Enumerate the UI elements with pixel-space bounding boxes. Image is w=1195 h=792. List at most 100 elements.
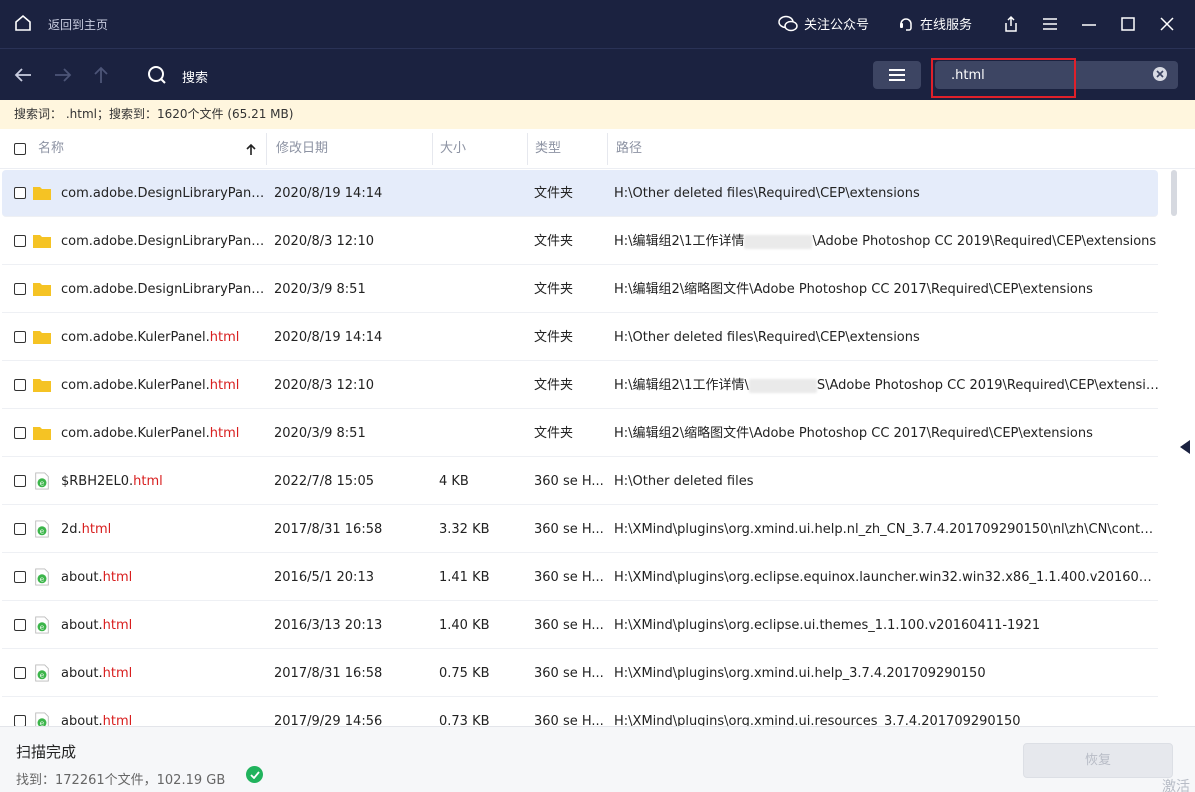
file-size: 0.75 KB [439, 666, 490, 681]
scrollbar-thumb[interactable] [1171, 170, 1177, 216]
column-size[interactable]: 大小 [440, 129, 466, 169]
up-button[interactable] [90, 64, 112, 86]
folder-icon [33, 331, 51, 344]
table-row[interactable]: com.adobe.DesignLibraryPanel.... 2020/8/… [2, 170, 1158, 217]
table-row[interactable]: e about.html 2016/5/1 20:13 1.41 KB 360 … [2, 554, 1159, 601]
column-path[interactable]: 路径 [616, 129, 642, 169]
column-name[interactable]: 名称 [38, 129, 64, 169]
follow-account-button[interactable]: 关注公众号 [778, 14, 869, 33]
column-divider[interactable] [607, 133, 608, 165]
table-row[interactable]: e about.html 2017/8/31 16:58 0.75 KB 360… [2, 650, 1158, 697]
row-checkbox[interactable] [14, 235, 26, 247]
file-type: 360 se H... [534, 666, 604, 681]
sort-up-icon[interactable] [246, 143, 256, 156]
file-date: 2017/8/31 16:58 [274, 522, 383, 537]
back-home-link[interactable]: 返回到主页 [48, 16, 108, 33]
table-row[interactable]: com.adobe.KulerPanel.html 2020/3/9 8:51 … [2, 410, 1158, 457]
search-result-summary: 搜索词： .html；搜索到：1620个文件 (65.21 MB) [0, 100, 1195, 129]
maximize-button[interactable] [1117, 13, 1139, 35]
html-file-icon: e [35, 472, 49, 490]
close-button[interactable] [1156, 13, 1178, 35]
select-all-checkbox[interactable] [14, 143, 26, 155]
search-input[interactable] [935, 61, 1145, 89]
home-icon[interactable] [14, 14, 32, 32]
column-type[interactable]: 类型 [535, 129, 561, 169]
row-checkbox[interactable] [14, 523, 26, 535]
file-path: H:\Other deleted files\Required\CEP\exte… [614, 186, 920, 201]
share-button[interactable] [1000, 13, 1022, 35]
file-name: com.adobe.DesignLibraryPanel.... [61, 282, 266, 297]
folder-icon [33, 379, 51, 392]
file-path: H:\XMind\plugins\org.xmind.ui.help.nl_zh… [614, 522, 1159, 537]
row-checkbox[interactable] [14, 475, 26, 487]
file-size: 3.32 KB [439, 522, 490, 537]
row-checkbox[interactable] [14, 283, 26, 295]
found-summary: 找到：172261个文件，102.19 GB [16, 773, 226, 788]
file-size: 4 KB [439, 474, 469, 489]
list-icon [889, 69, 905, 81]
nav-bar: 搜索 [0, 48, 1195, 100]
folder-icon [33, 283, 51, 296]
maximize-icon [1121, 17, 1135, 31]
column-divider[interactable] [266, 133, 267, 165]
scrollbar-track[interactable] [1168, 170, 1178, 726]
svg-text:e: e [40, 719, 45, 727]
row-checkbox[interactable] [14, 667, 26, 679]
column-divider[interactable] [527, 133, 528, 165]
table-row[interactable]: com.adobe.DesignLibraryPanel.... 2020/3/… [2, 266, 1158, 313]
headset-icon [900, 17, 912, 31]
search-icon [148, 66, 166, 84]
side-panel-toggle[interactable] [1180, 440, 1190, 454]
table-row[interactable]: com.adobe.KulerPanel.html 2020/8/19 14:1… [2, 314, 1158, 361]
row-checkbox[interactable] [14, 331, 26, 343]
svg-text:e: e [40, 671, 45, 680]
arrow-left-icon [14, 68, 31, 82]
file-path: H:\编辑组2\缩略图文件\Adobe Photoshop CC 2017\Re… [614, 282, 1093, 297]
forward-button[interactable] [52, 64, 74, 86]
row-checkbox[interactable] [14, 619, 26, 631]
row-checkbox[interactable] [14, 427, 26, 439]
file-name: com.adobe.DesignLibraryPanel.... [61, 234, 266, 249]
back-button[interactable] [12, 64, 34, 86]
svg-text:e: e [40, 575, 45, 584]
file-name: com.adobe.KulerPanel.html [61, 378, 240, 393]
table-row[interactable]: e 2d.html 2017/8/31 16:58 3.32 KB 360 se… [2, 506, 1159, 553]
row-checkbox[interactable] [14, 379, 26, 391]
file-path: H:\XMind\plugins\org.eclipse.equinox.lau… [614, 570, 1159, 585]
svg-text:e: e [40, 479, 45, 488]
minimize-button[interactable] [1078, 13, 1100, 35]
file-name: com.adobe.DesignLibraryPanel.... [61, 186, 266, 201]
minimize-icon [1082, 24, 1096, 26]
column-divider[interactable] [432, 133, 433, 165]
table-row[interactable]: com.adobe.DesignLibraryPanel.... 2020/8/… [2, 218, 1158, 265]
clear-icon [1156, 70, 1164, 78]
table-row[interactable]: e about.html 2017/9/29 14:56 0.73 KB 360… [2, 698, 1158, 726]
row-checkbox[interactable] [14, 715, 26, 726]
clear-search-button[interactable] [1153, 67, 1167, 81]
file-path: H:\XMind\plugins\org.xmind.ui.help_3.7.4… [614, 666, 986, 681]
file-path: H:\XMind\plugins\org.xmind.ui.resources_… [614, 714, 1021, 726]
arrow-right-icon [55, 68, 72, 82]
search-toggle-button[interactable] [146, 64, 168, 86]
table-row[interactable]: com.adobe.KulerPanel.html 2020/8/3 12:10… [2, 362, 1159, 409]
hamburger-icon [1043, 18, 1057, 30]
restore-button[interactable]: 恢复 [1023, 743, 1173, 778]
file-date: 2020/8/19 14:14 [274, 330, 383, 345]
row-checkbox[interactable] [14, 571, 26, 583]
online-service-button[interactable]: 在线服务 [898, 14, 972, 33]
file-path: H:\编辑组2\缩略图文件\Adobe Photoshop CC 2017\Re… [614, 426, 1093, 441]
file-name: about.html [61, 714, 133, 726]
file-date: 2020/3/9 8:51 [274, 282, 366, 297]
table-row[interactable]: e about.html 2016/3/13 20:13 1.40 KB 360… [2, 602, 1158, 649]
view-menu-button[interactable] [873, 61, 921, 89]
share-icon [1005, 15, 1017, 32]
menu-button[interactable] [1039, 13, 1061, 35]
file-date: 2020/8/3 12:10 [274, 234, 374, 249]
file-type: 360 se H... [534, 618, 604, 633]
table-row[interactable]: e $RBH2EL0.html 2022/7/8 15:05 4 KB 360 … [2, 458, 1158, 505]
online-service-label: 在线服务 [920, 18, 973, 33]
file-date: 2017/9/29 14:56 [274, 714, 383, 726]
column-date[interactable]: 修改日期 [276, 129, 328, 169]
redacted-blur [744, 234, 813, 249]
row-checkbox[interactable] [14, 187, 26, 199]
